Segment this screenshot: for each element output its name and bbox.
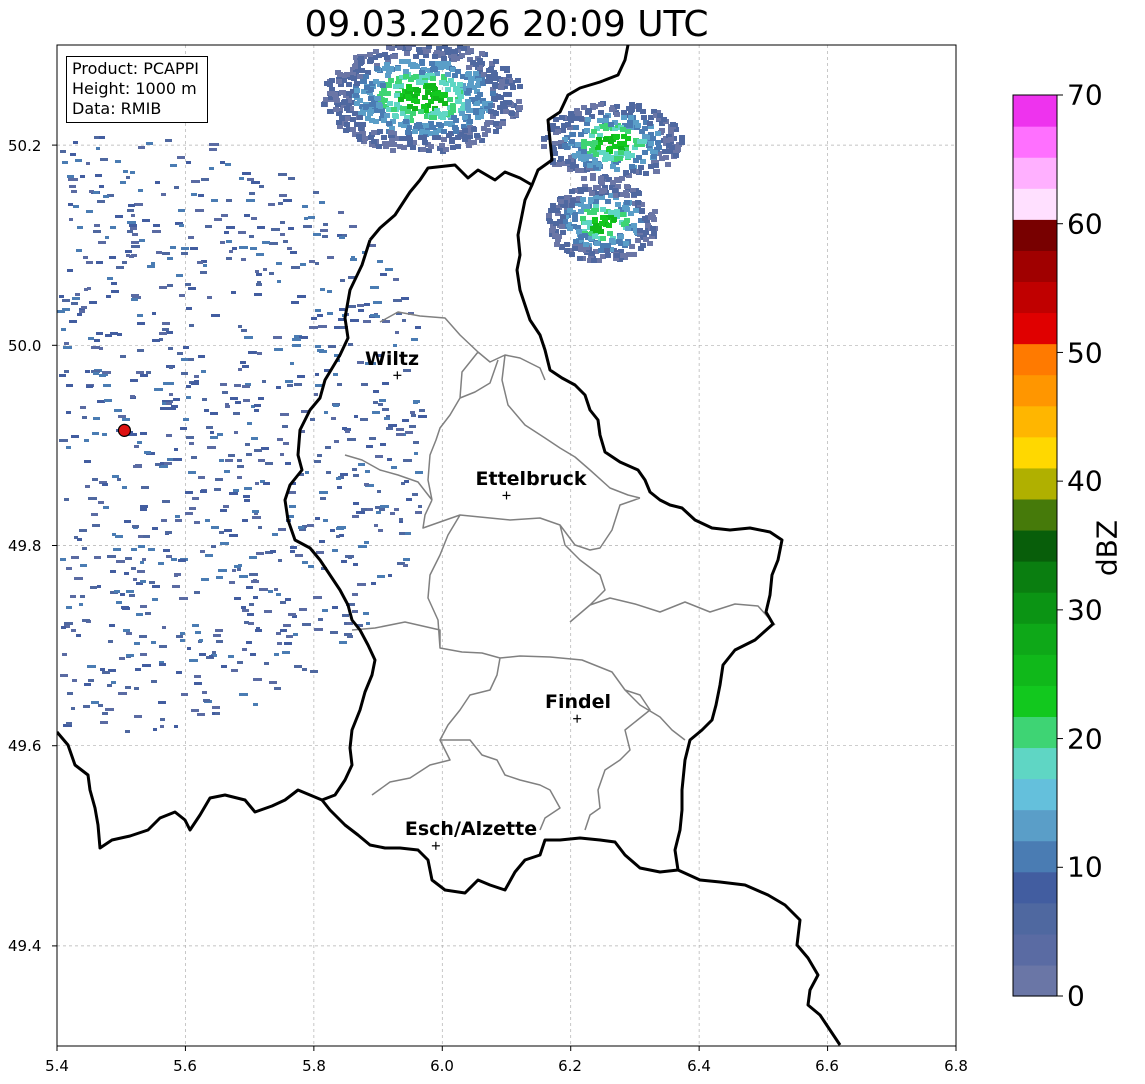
colorbar-tick-label: 10 xyxy=(1067,850,1103,884)
city-label-esch: Esch/Alzette xyxy=(404,818,538,840)
colorbar-segment xyxy=(1013,933,1057,966)
colorbar-segment xyxy=(1013,561,1057,593)
colorbar-label: dBZ xyxy=(1090,519,1124,577)
city-label-findel: Findel xyxy=(544,691,612,713)
city-label-wiltz: Wiltz xyxy=(364,348,420,370)
colorbar-tick-label: 50 xyxy=(1067,336,1103,370)
colorbar-tick-label: 0 xyxy=(1067,979,1085,1013)
colorbar-segment xyxy=(1013,809,1057,842)
x-tick-label: 6.8 xyxy=(944,1057,968,1075)
colorbar-segment xyxy=(1013,592,1057,624)
x-tick-label: 5.8 xyxy=(302,1057,326,1075)
colorbar-segment xyxy=(1013,654,1057,686)
y-tick-label: 50.2 xyxy=(8,137,42,155)
colorbar-segment xyxy=(1013,157,1057,189)
y-tick-marks xyxy=(52,144,57,947)
x-tick-marks xyxy=(56,1046,957,1051)
colorbar-tick-label: 30 xyxy=(1067,593,1103,627)
colorbar-tick-label: 60 xyxy=(1067,207,1103,241)
radar-map xyxy=(52,44,1063,1051)
info-height: Height: 1000 m xyxy=(72,79,197,98)
colorbar-segment xyxy=(1013,840,1057,873)
colorbar-segment xyxy=(1013,467,1057,500)
colorbar-segment xyxy=(1013,126,1057,158)
colorbar-segment xyxy=(1013,312,1057,345)
x-tick-label: 6.0 xyxy=(430,1057,454,1075)
colorbar-segment xyxy=(1013,778,1057,811)
colorbar-segment xyxy=(1013,902,1057,935)
colorbar-segment xyxy=(1013,871,1057,904)
colorbar-segment xyxy=(1013,95,1057,127)
colorbar-tick-label: 40 xyxy=(1067,464,1103,498)
colorbar-segment xyxy=(1013,405,1057,438)
city-label-ettelbruck: Ettelbruck xyxy=(475,468,587,490)
x-tick-label: 6.2 xyxy=(558,1057,582,1075)
colorbar-tick-label: 70 xyxy=(1067,78,1103,112)
y-tick-label: 49.6 xyxy=(8,737,42,755)
colorbar-tick-label: 20 xyxy=(1067,722,1103,756)
colorbar-segment xyxy=(1013,529,1057,562)
colorbar-segment xyxy=(1013,343,1057,376)
radar-site-marker xyxy=(117,423,132,437)
x-tick-label: 5.4 xyxy=(45,1057,69,1075)
colorbar-segment xyxy=(1013,188,1057,220)
colorbar-segment xyxy=(1013,685,1057,717)
colorbar-segment xyxy=(1013,281,1057,314)
x-tick-label: 6.4 xyxy=(687,1057,711,1075)
x-tick-label: 5.6 xyxy=(173,1057,197,1075)
colorbar-segment xyxy=(1013,374,1057,407)
info-product: Product: PCAPPI xyxy=(72,59,200,78)
colorbar-segment xyxy=(1013,436,1057,469)
y-tick-label: 49.8 xyxy=(8,537,42,555)
colorbar-segment xyxy=(1013,964,1057,997)
map-title: 09.03.2026 20:09 UTC xyxy=(304,4,709,45)
y-tick-label: 49.4 xyxy=(8,937,42,955)
colorbar-segment xyxy=(1013,623,1057,655)
colorbar-segment xyxy=(1013,747,1057,780)
colorbar-segment xyxy=(1013,219,1057,251)
colorbar xyxy=(1012,94,1063,997)
colorbar-segment xyxy=(1013,716,1057,749)
y-tick-label: 50.0 xyxy=(8,337,42,355)
x-tick-label: 6.6 xyxy=(815,1057,839,1075)
colorbar-segment xyxy=(1013,498,1057,531)
info-box: Product: PCAPPI Height: 1000 m Data: RMI… xyxy=(66,56,209,123)
info-data-source: Data: RMIB xyxy=(72,99,162,118)
colorbar-segment xyxy=(1013,250,1057,283)
